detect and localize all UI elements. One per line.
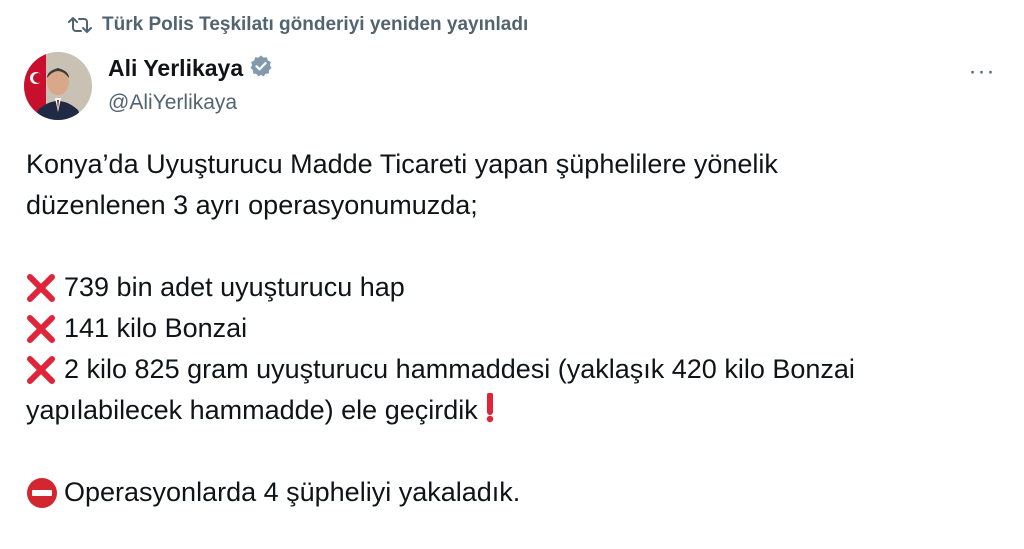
list-item: 739 bin adet uyuşturucu hap [26, 267, 986, 308]
outro-line: Operasyonlarda 4 şüpheliyi yakaladık. [26, 472, 986, 513]
cross-mark-icon [26, 308, 64, 349]
list-item-continuation-text: yapılabilecek hammadde) ele geçirdik [26, 395, 478, 425]
verified-badge-icon [249, 54, 273, 83]
list-item-continuation: yapılabilecek hammadde) ele geçirdik [26, 390, 986, 431]
list-item-text: 2 kilo 825 gram uyuşturucu hammaddesi (y… [64, 354, 855, 384]
tweet-text: Konya’da Uyuşturucu Madde Ticareti yapan… [26, 144, 986, 513]
outro-text: Operasyonlarda 4 şüpheliyi yakaladık. [64, 477, 521, 507]
list-item: 2 kilo 825 gram uyuşturucu hammaddesi (y… [26, 349, 986, 390]
tweet-intro-line-1: Konya’da Uyuşturucu Madde Ticareti yapan… [26, 149, 778, 179]
avatar[interactable] [24, 52, 92, 120]
list-item-text: 141 kilo Bonzai [64, 313, 248, 343]
tweet-intro-line-2: düzenlenen 3 ayrı operasyonumuzda; [26, 190, 478, 220]
author-name[interactable]: Ali Yerlikaya [108, 55, 243, 82]
repost-icon [68, 15, 92, 35]
repost-text: Türk Polis Teşkilatı gönderiyi yeniden y… [102, 14, 529, 35]
cross-mark-icon [26, 267, 64, 308]
list-item-text: 739 bin adet uyuşturucu hap [64, 272, 405, 302]
author-handle[interactable]: @AliYerlikaya [108, 91, 273, 115]
repost-indicator[interactable]: Türk Polis Teşkilatı gönderiyi yeniden y… [68, 14, 528, 36]
more-options-button[interactable]: ··· [964, 58, 1000, 85]
cross-mark-icon [26, 349, 64, 390]
tweet-header: Ali Yerlikaya @AliYerlikaya ··· [24, 52, 1000, 122]
no-entry-icon [26, 472, 64, 513]
exclamation-icon [484, 392, 496, 425]
list-item: 141 kilo Bonzai [26, 308, 986, 349]
